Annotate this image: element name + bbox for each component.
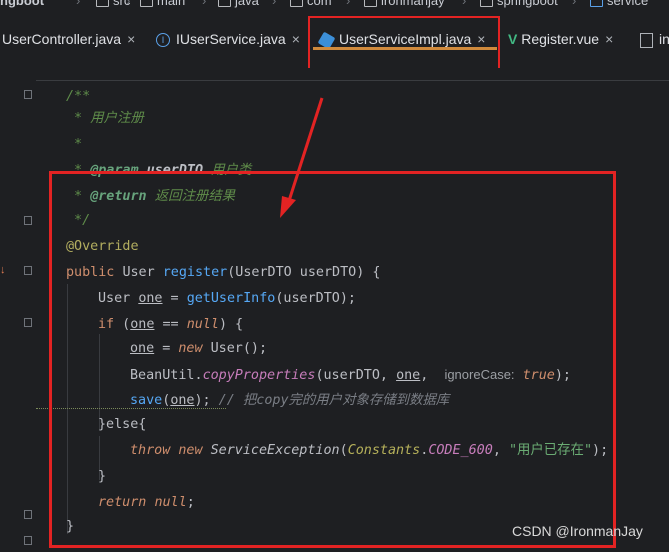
watermark: CSDN @IronmanJay — [512, 523, 643, 539]
annotation-arrow — [280, 97, 324, 218]
